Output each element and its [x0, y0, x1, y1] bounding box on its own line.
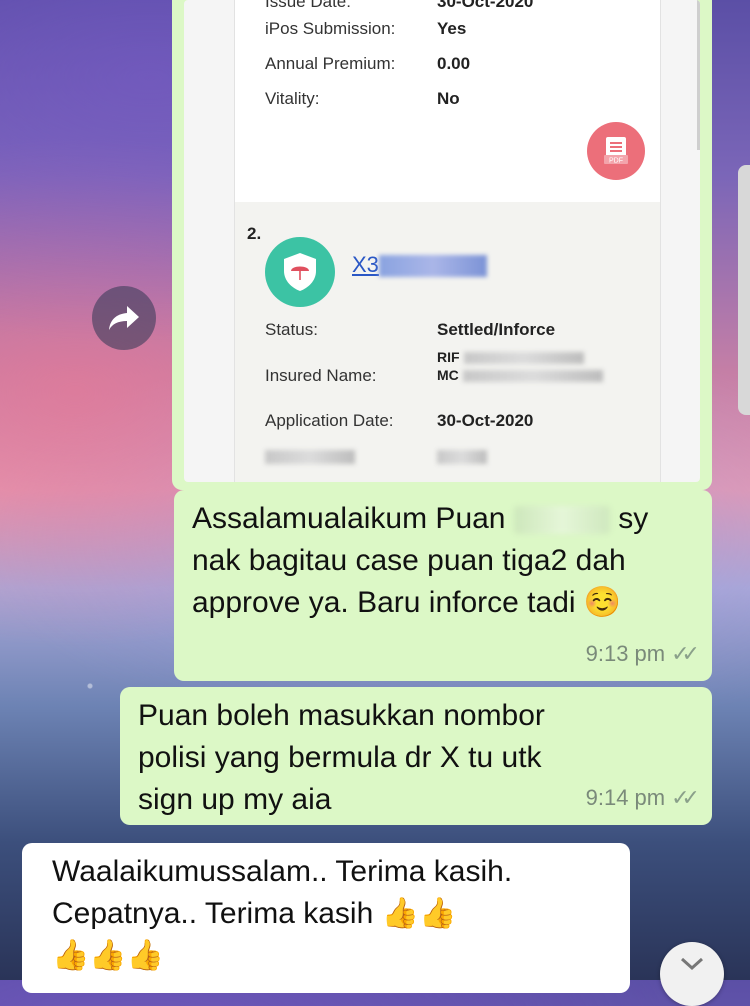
- forward-arrow-icon: [109, 306, 139, 330]
- redacted-policy-number: [378, 255, 487, 278]
- redacted-name-line1: [463, 352, 584, 365]
- redacted-name: [513, 506, 610, 535]
- message-1-line1-b: sy: [618, 502, 649, 535]
- message-1-text: Assalamualaikum Puan sy nak bagitau case…: [192, 498, 702, 624]
- redacted-row: [265, 446, 487, 466]
- svg-text:PDF: PDF: [609, 158, 623, 165]
- thumbs-up-emoji-row: 👍👍👍: [52, 939, 165, 972]
- issue-date-label: Issue Date:: [265, 0, 351, 11]
- message-1-meta: 9:13 pm ✓✓: [586, 633, 700, 675]
- ipos-label: iPos Submission:: [265, 19, 396, 38]
- message-1-line2: nak bagitau case puan tiga2 dah: [192, 544, 626, 577]
- policy-number-link: X3: [352, 252, 487, 278]
- redacted-label: [265, 449, 355, 464]
- image-message-bubble[interactable]: Issue Date: 30-Oct-2020 iPos Submission:…: [172, 0, 712, 490]
- smiling-emoji: ☺️: [583, 586, 622, 619]
- insured-name-line1: RIF: [437, 349, 460, 365]
- double-check-icon: ✓✓: [671, 785, 700, 810]
- status-label: Status:: [265, 320, 318, 339]
- annual-premium-row: Annual Premium: 0.00: [265, 54, 470, 74]
- insured-name-value: RIF MC: [437, 348, 603, 384]
- incoming-message-3[interactable]: Waalaikumussalam.. Terima kasih. Cepatny…: [22, 843, 630, 993]
- policy-screenshot-image[interactable]: Issue Date: 30-Oct-2020 iPos Submission:…: [184, 0, 700, 482]
- message-2-meta: 9:14 pm ✓✓: [586, 777, 700, 819]
- application-date-value: 30-Oct-2020: [437, 411, 534, 430]
- message-2-time: 9:14 pm: [585, 785, 666, 810]
- redacted-value: [437, 449, 487, 464]
- status-value: Settled/Inforce: [437, 320, 556, 339]
- redacted-name-line2: [462, 370, 603, 383]
- policy-icon-circle: [265, 237, 335, 307]
- outgoing-message-1[interactable]: Assalamualaikum Puan sy nak bagitau case…: [174, 490, 712, 681]
- message-1-line1-a: Assalamualaikum Puan: [192, 502, 506, 535]
- thumbs-up-emoji: 👍👍: [381, 897, 457, 930]
- message-2-line1: Puan boleh masukkan nombor: [138, 699, 545, 732]
- policy-prefix: X3: [352, 252, 379, 277]
- annual-premium-label: Annual Premium:: [265, 54, 396, 73]
- ipos-row: iPos Submission: Yes: [265, 19, 466, 39]
- ipos-value: Yes: [437, 19, 467, 38]
- vitality-row: Vitality: No: [265, 89, 460, 109]
- vitality-value: No: [437, 89, 460, 108]
- issue-date-row: Issue Date: 30-Oct-2020: [265, 0, 533, 12]
- insured-name-line2: MC: [437, 367, 459, 383]
- forward-button[interactable]: [92, 286, 156, 350]
- scroll-to-bottom-button[interactable]: [660, 942, 724, 1006]
- message-1-line3: approve ya. Baru inforce tadi: [192, 586, 576, 619]
- double-check-icon: ✓✓: [671, 641, 700, 666]
- insured-name-row: Insured Name: RIF MC: [265, 349, 603, 386]
- issue-date-value: 30-Oct-2020: [437, 0, 534, 11]
- insured-name-label: Insured Name:: [265, 366, 377, 385]
- application-date-row: Application Date: 30-Oct-2020: [265, 411, 533, 431]
- message-2-line2: polisi yang bermula dr X tu utk: [138, 741, 542, 774]
- message-3-line2: Cepatnya.. Terima kasih: [52, 897, 374, 930]
- screenshot-scrollbar: [697, 0, 700, 150]
- message-1-time: 9:13 pm: [585, 641, 666, 666]
- message-3-text: Waalaikumussalam.. Terima kasih. Cepatny…: [52, 851, 622, 977]
- pdf-button: PDF: [587, 122, 645, 180]
- policy-number-index: 2.: [247, 224, 262, 243]
- status-row: Status: Settled/Inforce: [265, 320, 555, 340]
- pdf-icon: PDF: [604, 137, 628, 165]
- vitality-label: Vitality:: [265, 89, 320, 108]
- application-date-label: Application Date:: [265, 411, 394, 430]
- partial-bubble-edge: [738, 165, 750, 415]
- chevron-down-icon: [680, 957, 704, 971]
- annual-premium-value: 0.00: [437, 54, 471, 73]
- policy-card-1: Issue Date: 30-Oct-2020 iPos Submission:…: [234, 0, 661, 202]
- policy-card-2: 2. X3 Status: Settled/Inforce Insured Na…: [234, 202, 661, 482]
- outgoing-message-2[interactable]: Puan boleh masukkan nombor polisi yang b…: [120, 687, 712, 825]
- shield-umbrella-icon: [284, 253, 316, 291]
- message-3-line1: Waalaikumussalam.. Terima kasih.: [52, 855, 513, 888]
